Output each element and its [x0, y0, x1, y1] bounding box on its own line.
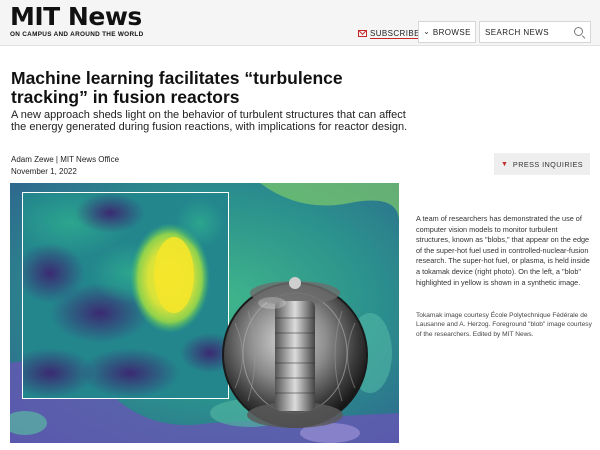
press-inquiries-label: PRESS INQUIRIES — [512, 159, 583, 169]
search-box[interactable] — [479, 21, 591, 43]
search-icon[interactable] — [574, 27, 583, 36]
browse-label: BROWSE — [432, 27, 471, 37]
search-input[interactable] — [480, 22, 570, 42]
subscribe-label: SUBSCRIBE — [370, 28, 420, 38]
image-credit: Tokamak image courtesy École Polytechniq… — [416, 312, 592, 338]
chevron-down-icon: ⌄ — [423, 27, 430, 36]
press-inquiries-button[interactable]: ▼ PRESS INQUIRIES — [494, 153, 590, 175]
chevron-down-icon: ▼ — [500, 160, 508, 168]
mail-icon — [358, 29, 367, 37]
article-byline[interactable]: Adam Zewe | MIT News Office — [11, 155, 119, 164]
article-date: November 1, 2022 — [11, 167, 77, 176]
image-caption: A team of researchers has demonstrated t… — [416, 214, 590, 287]
subscribe-link[interactable]: SUBSCRIBE — [358, 26, 420, 40]
heatmap-panel — [22, 192, 229, 399]
site-logo[interactable]: MIT News ON CAMPUS AND AROUND THE WORLD — [10, 4, 144, 39]
site-title[interactable]: MIT News — [10, 4, 144, 30]
site-header: MIT News ON CAMPUS AND AROUND THE WORLD … — [0, 0, 600, 46]
article-subhead: A new approach sheds light on the behavi… — [11, 109, 408, 134]
article-headline: Machine learning facilitates “turbulence… — [11, 68, 343, 107]
article-image[interactable] — [10, 183, 399, 443]
fusion-illustration — [10, 183, 399, 443]
browse-button[interactable]: ⌄ BROWSE — [418, 21, 476, 43]
site-tagline: ON CAMPUS AND AROUND THE WORLD — [10, 31, 144, 38]
